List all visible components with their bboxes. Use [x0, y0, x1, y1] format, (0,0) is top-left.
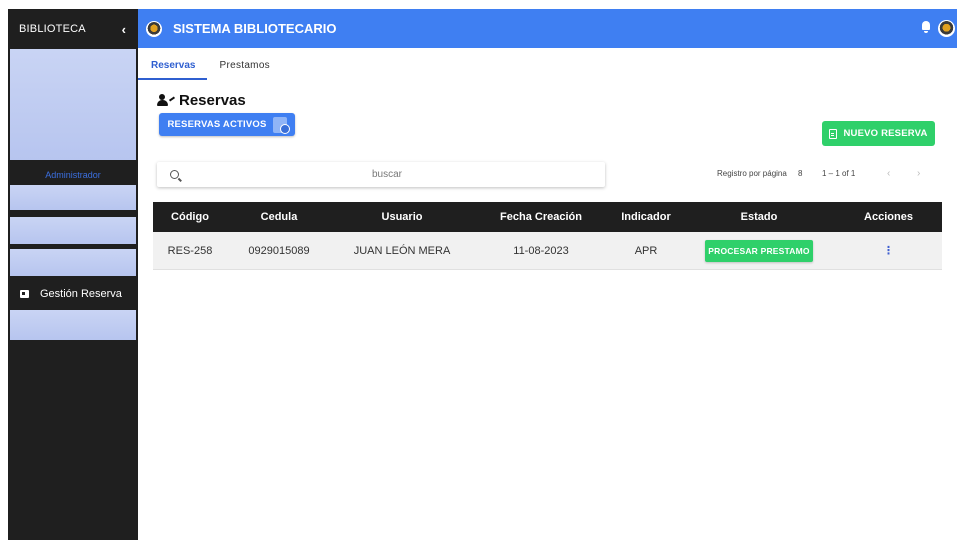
profile-image [10, 49, 136, 160]
search-input[interactable] [187, 162, 587, 187]
avatar[interactable] [938, 20, 955, 37]
sidebar-placeholder-block [10, 185, 136, 210]
logo-icon [146, 20, 162, 37]
cell-codigo: RES-258 [167, 244, 213, 257]
search-bar [157, 162, 605, 187]
chevron-right-icon[interactable]: › [917, 168, 920, 179]
user-role: Administrador [45, 170, 101, 180]
chevron-left-icon[interactable]: ‹ [887, 168, 890, 179]
reservas-table: Código Cedula Usuario Fecha Creación Ind… [153, 202, 942, 270]
sidebar: BIBLIOTECA ‹ Administrador Gestión Reser… [8, 9, 138, 540]
search-icon [170, 170, 179, 179]
more-vertical-icon[interactable]: ⋮ [883, 244, 894, 257]
cell-fecha: 11-08-2023 [513, 244, 569, 257]
cell-estado: PROCESAR PRESTAMO [683, 239, 835, 262]
top-bar: SISTEMA BIBLIOTECARIO [138, 9, 957, 48]
page-title: Reservas [179, 92, 246, 109]
reservas-activos-label: RESERVAS ACTIVOS [167, 119, 267, 130]
pagination-range: 1 – 1 of 1 [822, 169, 856, 178]
sidebar-placeholder-block [10, 249, 136, 276]
app-title: SISTEMA BIBLIOTECARIO [173, 21, 337, 36]
page-heading: Reservas [157, 92, 246, 109]
window-frame-left [0, 9, 8, 540]
window-frame-top [0, 0, 957, 9]
table-header: Código Cedula Usuario Fecha Creación Ind… [153, 202, 942, 232]
table-row: RES-258 0929015089 JUAN LEÓN MERA 11-08-… [153, 232, 942, 270]
nuevo-reserva-label: NUEVO RESERVA [843, 128, 928, 139]
column-header: Estado [740, 211, 778, 223]
sidebar-placeholder-block [10, 310, 136, 340]
cell-cedula: 0929015089 [248, 244, 310, 257]
column-header: Acciones [864, 211, 913, 223]
sidebar-header: BIBLIOTECA ‹ [8, 9, 138, 49]
column-header: Cedula [260, 211, 298, 223]
users-icon [157, 94, 176, 107]
procesar-prestamo-button[interactable]: PROCESAR PRESTAMO [705, 239, 813, 262]
nuevo-reserva-button[interactable]: NUEVO RESERVA [822, 121, 935, 146]
cell-usuario: JUAN LEÓN MERA [353, 244, 451, 257]
column-header: Indicador [621, 211, 671, 223]
page-size-select[interactable]: 8 [798, 169, 802, 178]
chevron-left-icon[interactable]: ‹ [122, 22, 126, 37]
tab-prestamos[interactable]: Prestamos [207, 48, 282, 80]
file-icon [829, 128, 838, 139]
archive-icon [20, 290, 29, 298]
cell-indicador: APR [634, 244, 658, 257]
column-header: Fecha Creación [500, 211, 582, 223]
sidebar-item-label: Gestión Reserva [40, 288, 122, 300]
column-header: Código [171, 211, 209, 223]
tabs: Reservas Prestamos [138, 48, 282, 80]
pagination-label: Registro por página [717, 169, 787, 178]
cell-acciones: ⋮ [835, 244, 942, 257]
document-check-icon [272, 116, 290, 134]
column-header: Usuario [381, 211, 423, 223]
tab-reservas[interactable]: Reservas [138, 48, 208, 80]
sidebar-title: BIBLIOTECA [19, 23, 86, 35]
reservas-activos-button[interactable]: RESERVAS ACTIVOS [159, 113, 295, 136]
bell-icon[interactable] [921, 21, 931, 33]
sidebar-item-gestion-reserva[interactable]: Gestión Reserva [8, 285, 138, 303]
sidebar-placeholder-block [10, 217, 136, 244]
